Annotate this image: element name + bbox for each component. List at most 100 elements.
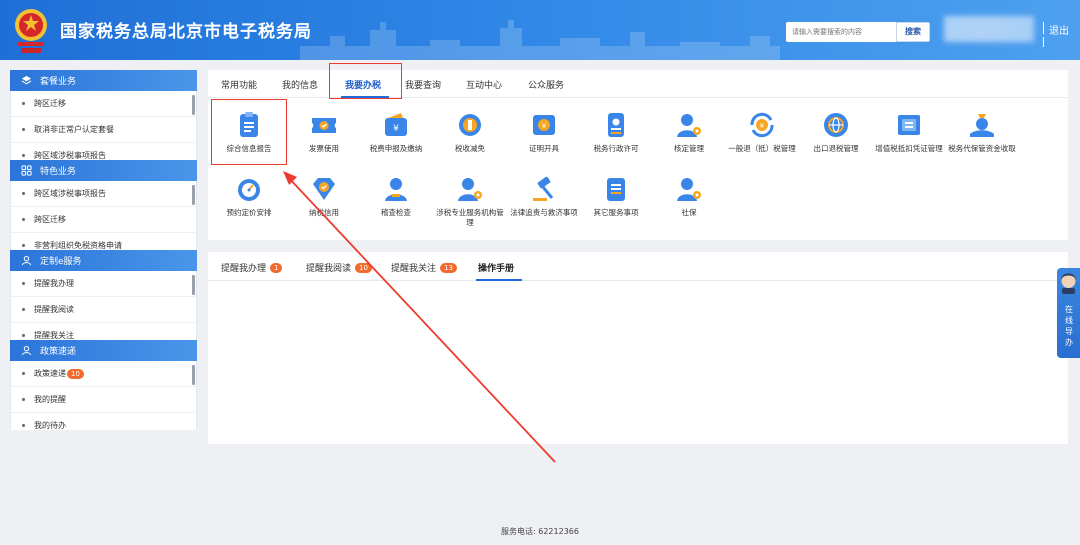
function-tax-relief[interactable]: 税收减免 <box>435 110 505 154</box>
subtab-remind-handle[interactable]: 提醒我办理 1 <box>221 261 283 274</box>
refund-cycle-icon: ¥ <box>750 112 774 138</box>
function-assessment[interactable]: 核定管理 <box>654 110 724 154</box>
tab-common[interactable]: 常用功能 <box>221 78 257 91</box>
sidebar-item[interactable]: 跨区域涉税事项报告 <box>11 143 196 160</box>
function-invoice-use[interactable]: 发票使用 <box>289 110 359 154</box>
sidebar-item[interactable]: 跨区迁移 <box>11 91 196 117</box>
function-label: 社保 <box>681 208 697 217</box>
function-label: 税费申报及缴纳 <box>369 144 423 153</box>
function-label: 纳税信用 <box>309 208 339 217</box>
active-subtab-indicator <box>476 279 522 281</box>
sidebar-item-label: 提醒我阅读 <box>34 305 74 314</box>
bullet <box>22 282 25 285</box>
sidebar-scrollbar[interactable] <box>192 185 195 205</box>
user-icon <box>20 345 32 357</box>
sidebar-scrollbar[interactable] <box>192 275 195 295</box>
search-button[interactable]: 搜索 <box>896 22 930 42</box>
sidebar-group-header[interactable]: 特色业务 <box>10 160 197 181</box>
function-label: 出口退税管理 <box>813 144 859 153</box>
sidebar-item[interactable]: 提醒我办理 <box>11 271 196 297</box>
tab-interaction[interactable]: 互动中心 <box>466 78 502 91</box>
coin-stack-icon <box>459 114 481 136</box>
function-label: 税务行政许可 <box>593 144 639 153</box>
search-input[interactable] <box>786 22 896 42</box>
function-other-services[interactable]: 其它服务事项 <box>581 174 651 218</box>
function-admin-permit[interactable]: 税务行政许可 <box>581 110 651 154</box>
function-label: 一般退（抵）税管理 <box>728 144 796 153</box>
sidebar-group-header[interactable]: 政策速递 <box>10 340 197 361</box>
function-label: 税务代保管资金收取 <box>948 144 1016 153</box>
subtab-manual[interactable]: 操作手册 <box>478 261 514 274</box>
bullet <box>22 244 25 247</box>
sidebar-group-policy: 政策速递 政策速递 10 我的提醒 我的待办 <box>10 340 197 430</box>
person-gear-icon <box>677 114 701 137</box>
bullet <box>22 424 25 427</box>
subtab-remind-read[interactable]: 提醒我阅读 10 <box>306 261 372 274</box>
bullet <box>22 398 25 401</box>
sidebar-item[interactable]: 跨区迁移 <box>11 207 196 233</box>
sidebar-list: 跨区迁移 取消非正常户认定套餐 跨区域涉税事项报告 <box>10 91 197 160</box>
function-fund-custody[interactable]: 税务代保管资金收取 <box>947 110 1017 154</box>
function-vat-deduction[interactable]: 增值税抵扣凭证管理 <box>874 110 944 154</box>
function-inspection[interactable]: 稽查检查 <box>361 174 431 218</box>
sidebar-item[interactable]: 政策速递 10 <box>11 361 196 387</box>
tab-public-service[interactable]: 公众服务 <box>528 78 564 91</box>
svg-text:¥: ¥ <box>542 122 547 130</box>
sidebar-item[interactable]: 取消非正常户认定套餐 <box>11 117 196 143</box>
count-badge: 13 <box>440 262 457 273</box>
sidebar-item[interactable]: 提醒我阅读 <box>11 297 196 323</box>
online-guide-button[interactable]: 在线导办 <box>1057 268 1080 358</box>
tab-query[interactable]: 我要查询 <box>405 78 441 91</box>
bullet <box>22 154 25 157</box>
reminder-tabs: 提醒我办理 1 提醒我阅读 10 提醒我关注 13 操作手册 <box>208 252 1068 281</box>
annotation-frame-function <box>211 99 287 165</box>
subtab-label: 提醒我办理 <box>221 264 267 274</box>
sidebar-group-title: 定制e服务 <box>40 257 82 267</box>
count-badge: 10 <box>67 368 84 379</box>
user-icon <box>20 255 32 267</box>
sidebar-item-label: 非营利组织免税资格申请 <box>34 241 122 250</box>
sidebar-item[interactable]: 跨区域涉税事项报告 <box>11 181 196 207</box>
function-social-security[interactable]: 社保 <box>654 174 724 218</box>
function-export-refund[interactable]: 出口退税管理 <box>801 110 871 154</box>
user-info-blurred[interactable] <box>944 16 1034 42</box>
online-guide-label: 在线导办 <box>1065 305 1073 347</box>
sidebar-scrollbar[interactable] <box>192 95 195 115</box>
sidebar-group-title: 套餐业务 <box>40 77 77 87</box>
service-phone: 服务电话: 62212366 <box>501 527 579 536</box>
function-certificate[interactable]: ¥ 证明开具 <box>509 110 579 154</box>
function-label: 其它服务事项 <box>593 208 639 217</box>
sidebar-group-custom: 定制e服务 提醒我办理 提醒我阅读 提醒我关注 <box>10 250 197 340</box>
function-legal-remedy[interactable]: 法律追责与救济事项 <box>509 174 579 218</box>
sidebar-group-header[interactable]: 套餐业务 <box>10 70 197 91</box>
bullet <box>22 334 25 337</box>
bullet <box>22 102 25 105</box>
sidebar-item[interactable]: 我的待办 <box>11 413 196 430</box>
layers-icon <box>20 75 32 87</box>
function-declare-pay[interactable]: ¥ 税费申报及缴纳 <box>361 110 431 154</box>
sidebar-item-label: 跨区域涉税事项报告 <box>34 151 106 160</box>
svg-text:¥: ¥ <box>760 122 765 130</box>
function-general-refund[interactable]: ¥ 一般退（抵）税管理 <box>727 110 797 154</box>
sidebar-group-title: 特色业务 <box>40 167 77 177</box>
tab-my-info[interactable]: 我的信息 <box>282 78 318 91</box>
function-pricing-arrangement[interactable]: 预约定价安排 <box>214 174 284 218</box>
sidebar-scrollbar[interactable] <box>192 365 195 385</box>
sidebar-item[interactable]: 非营利组织免税资格申请 <box>11 233 196 250</box>
function-tax-credit[interactable]: 纳税信用 <box>289 174 359 218</box>
grid-icon <box>20 165 32 177</box>
sidebar-item-label: 提醒我办理 <box>34 279 74 288</box>
globe-icon <box>824 113 848 137</box>
function-label: 核定管理 <box>674 144 704 153</box>
city-skyline-decoration <box>300 20 780 60</box>
function-panel: 常用功能 我的信息 我要办税 我要查询 互动中心 公众服务 综合信息报告 发票使… <box>208 63 1068 240</box>
sidebar-item[interactable]: 提醒我关注 <box>11 323 196 340</box>
sidebar-group-header[interactable]: 定制e服务 <box>10 250 197 271</box>
sidebar-group-package: 套餐业务 跨区迁移 取消非正常户认定套餐 跨区域涉税事项报告 <box>10 70 197 160</box>
bullet <box>22 372 25 375</box>
subtab-remind-follow[interactable]: 提醒我关注 13 <box>391 261 457 274</box>
sidebar-group-title: 政策速递 <box>40 347 77 357</box>
logout-link[interactable]: 退出 <box>1049 22 1069 37</box>
sidebar-item[interactable]: 我的提醒 <box>11 387 196 413</box>
function-professional-agency[interactable]: 涉税专业服务机构管理 <box>435 174 505 228</box>
